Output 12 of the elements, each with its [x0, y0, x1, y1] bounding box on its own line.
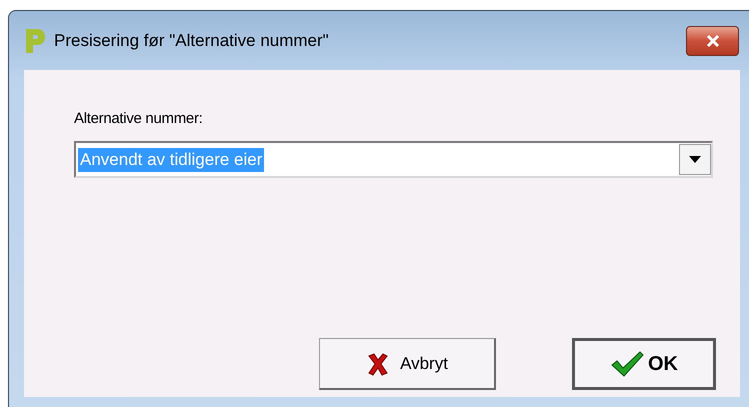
close-button[interactable]	[686, 26, 739, 56]
app-logo-icon	[24, 28, 46, 54]
checkmark-icon	[610, 351, 644, 377]
cross-icon	[366, 352, 390, 376]
close-icon	[704, 34, 720, 48]
cancel-button[interactable]: Avbryt	[319, 338, 496, 390]
field-value: Anvendt av tidligere eier	[78, 148, 264, 172]
field-label: Alternative nummer:	[74, 110, 204, 127]
caret-icon	[689, 156, 701, 163]
ok-button[interactable]: OK	[572, 338, 716, 390]
window-title: Presisering før "Alternative nummer"	[54, 30, 329, 50]
dropdown-button[interactable]	[679, 144, 711, 175]
